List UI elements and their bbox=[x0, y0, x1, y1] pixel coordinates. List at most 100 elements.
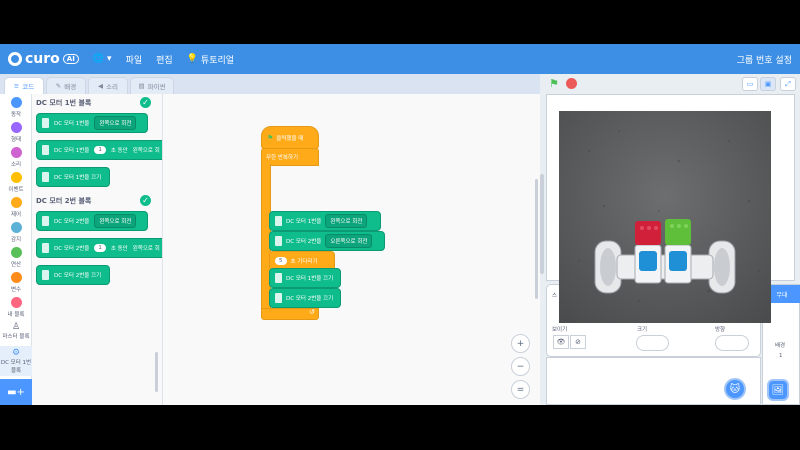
block-text: DC 모터 1번을 끄기 bbox=[286, 276, 334, 282]
category-sensing[interactable]: 감지 bbox=[0, 222, 32, 243]
motor-block-icon bbox=[42, 118, 49, 128]
tab-sounds-label: 소리 bbox=[106, 83, 118, 91]
category-looks[interactable]: 형태 bbox=[0, 122, 32, 143]
category-dc-motor-1[interactable]: ⚙ DC 모터 1번 블록 bbox=[0, 346, 32, 376]
zoom-in-button[interactable]: + bbox=[511, 334, 530, 353]
category-dot-icon bbox=[10, 97, 22, 108]
zoom-out-button[interactable]: − bbox=[511, 357, 530, 376]
wait-seconds-input[interactable]: 5 bbox=[275, 257, 287, 265]
category-events[interactable]: 이벤트 bbox=[0, 172, 32, 193]
group-number-setting[interactable]: 그룹 번호 설정 bbox=[737, 53, 792, 66]
fullscreen-button[interactable]: ⤢ bbox=[780, 77, 796, 91]
seconds-input[interactable]: 1 bbox=[94, 244, 106, 252]
script-motor2-stop[interactable]: DC 모터 2번을 끄기 bbox=[269, 288, 341, 308]
category-dot-icon bbox=[10, 147, 22, 158]
block-text: DC 모터 2번을 끄기 bbox=[54, 273, 102, 279]
code-workspace[interactable]: ⚑ 클릭했을 때 무한 반복하기 ↺ DC 모터 1번을 왼쪽으로 회전 DC … bbox=[163, 94, 540, 405]
category-variables[interactable]: 변수 bbox=[0, 272, 32, 293]
block-motor2-stop[interactable]: DC 모터 2번을 끄기 bbox=[36, 265, 110, 285]
robot-photo bbox=[559, 111, 771, 323]
direction-dropdown[interactable]: 오른쪽으로 회전 bbox=[325, 234, 373, 248]
green-flag-button[interactable]: ⚑ bbox=[549, 77, 559, 90]
menu-tutorial[interactable]: 💡 튜토리얼 bbox=[187, 53, 234, 66]
zoom-reset-button[interactable]: = bbox=[511, 380, 530, 399]
block-motor1-rotate-for[interactable]: DC 모터 1번을 1 초 동안 왼쪽으로 회 bbox=[36, 140, 162, 160]
category-dot-icon bbox=[10, 122, 22, 133]
script-motor1-stop[interactable]: DC 모터 1번을 끄기 bbox=[269, 268, 341, 288]
category-my-blocks[interactable]: 내 블록 bbox=[0, 297, 32, 318]
script-motor2-rotate[interactable]: DC 모터 2번을 오른쪽으로 회전 bbox=[269, 231, 385, 251]
block-text: DC 모터 1번을 bbox=[54, 121, 90, 127]
category-dot-icon bbox=[10, 297, 22, 308]
stop-button[interactable] bbox=[566, 78, 577, 89]
direction-dropdown[interactable]: 왼쪽으로 회전 bbox=[94, 214, 137, 228]
category-dot-icon bbox=[10, 247, 22, 258]
small-stage-icon: ▭ bbox=[746, 80, 754, 88]
add-extension-button[interactable]: ▬+ bbox=[0, 379, 32, 405]
menu-tutorial-label: 튜토리얼 bbox=[200, 55, 235, 66]
show-hidden-button[interactable]: ⊘ bbox=[570, 335, 586, 349]
category-label: 제어 bbox=[10, 212, 22, 218]
globe-icon: 🌐 bbox=[92, 54, 105, 64]
robot-icon: ♙ bbox=[11, 322, 21, 332]
eye-icon: 👁 bbox=[556, 338, 566, 346]
sprite-label: 스 bbox=[552, 293, 558, 299]
lightbulb-icon: 💡 bbox=[186, 54, 198, 64]
seconds-input[interactable]: 1 bbox=[94, 146, 106, 154]
tab-backdrops[interactable]: ✎ 배경 bbox=[46, 77, 86, 94]
category-dot-icon bbox=[10, 222, 22, 233]
direction-dropdown[interactable]: 왼쪽으로 회 bbox=[133, 244, 160, 252]
tab-python[interactable]: ▤ 파이썬 bbox=[130, 77, 174, 94]
category-control[interactable]: 제어 bbox=[0, 197, 32, 218]
menu-edit[interactable]: 편집 bbox=[156, 53, 173, 66]
when-flag-clicked-block[interactable]: ⚑ 클릭했을 때 bbox=[261, 126, 319, 149]
block-motor2-rotate[interactable]: DC 모터 2번을 왼쪽으로 회전 bbox=[36, 211, 148, 231]
block-motor2-rotate-for[interactable]: DC 모터 2번을 1 초 동안 왼쪽으로 회 bbox=[36, 238, 162, 258]
check-icon: ✓ bbox=[140, 97, 151, 108]
add-backdrop-button[interactable]: 🖼 bbox=[767, 379, 789, 401]
block-text: 초 동안 bbox=[110, 148, 128, 154]
category-motion[interactable]: 동작 bbox=[0, 97, 32, 118]
direction-dropdown[interactable]: 왼쪽으로 회전 bbox=[325, 214, 368, 228]
block-text: DC 모터 2번을 bbox=[54, 246, 90, 252]
block-motor1-stop[interactable]: DC 모터 1번을 끄기 bbox=[36, 167, 110, 187]
show-label: 보이기 bbox=[552, 327, 568, 333]
category-label: 감지 bbox=[10, 237, 22, 243]
size-input[interactable] bbox=[636, 335, 669, 351]
block-text: 초 동안 bbox=[110, 246, 128, 252]
stage-scrollbar[interactable] bbox=[540, 174, 544, 274]
script-motor1-rotate[interactable]: DC 모터 1번을 왼쪽으로 회전 bbox=[269, 211, 381, 231]
language-menu[interactable]: 🌐 ▾ bbox=[93, 54, 112, 64]
block-motor1-rotate[interactable]: DC 모터 1번을 왼쪽으로 회전 bbox=[36, 113, 148, 133]
picture-plus-icon: 🖼 bbox=[771, 384, 785, 396]
large-stage-icon: ▣ bbox=[764, 80, 772, 88]
category-menu: 동작 형태 소리 이벤트 제어 감지 연산 변수 내 블록 ♙ 마스터 블록 ⚙ D… bbox=[0, 94, 32, 405]
block-text: 클릭했을 때 bbox=[276, 135, 304, 142]
palette-scrollbar[interactable] bbox=[155, 352, 158, 392]
motor-block-icon bbox=[42, 243, 49, 253]
forever-label: 무한 반복하기 bbox=[266, 155, 299, 161]
small-stage-button[interactable]: ▭ bbox=[742, 77, 758, 91]
workspace-scrollbar[interactable] bbox=[535, 179, 538, 299]
direction-input[interactable] bbox=[715, 335, 749, 351]
block-palette: DC 모터 1번 블록 ✓ DC 모터 1번을 왼쪽으로 회전 DC 모터 1번… bbox=[32, 94, 163, 405]
cat-plus-icon: 🐱 bbox=[729, 383, 741, 395]
category-operators[interactable]: 연산 bbox=[0, 247, 32, 268]
motor-block-icon bbox=[42, 270, 49, 280]
menu-file[interactable]: 파일 bbox=[126, 53, 143, 66]
tab-code[interactable]: ≡ 코드 bbox=[4, 77, 44, 94]
tab-sounds[interactable]: ◀ 소리 bbox=[88, 77, 128, 94]
eye-slash-icon: ⊘ bbox=[575, 338, 581, 346]
category-label: 변수 bbox=[10, 287, 22, 293]
chevron-down-icon: ▾ bbox=[107, 54, 112, 64]
category-sound[interactable]: 소리 bbox=[0, 147, 32, 168]
category-master-blocks[interactable]: ♙ 마스터 블록 bbox=[0, 322, 32, 340]
direction-dropdown[interactable]: 왼쪽으로 회 bbox=[133, 146, 160, 154]
add-sprite-button[interactable]: 🐱 bbox=[724, 378, 746, 400]
direction-dropdown[interactable]: 왼쪽으로 회전 bbox=[94, 116, 137, 130]
show-visible-button[interactable]: 👁 bbox=[553, 335, 569, 349]
motor-icon: ⚙ bbox=[11, 348, 21, 358]
backdrops-count: 1 bbox=[779, 353, 783, 359]
logo-mark-icon bbox=[8, 52, 22, 66]
large-stage-button[interactable]: ▣ bbox=[760, 77, 776, 91]
